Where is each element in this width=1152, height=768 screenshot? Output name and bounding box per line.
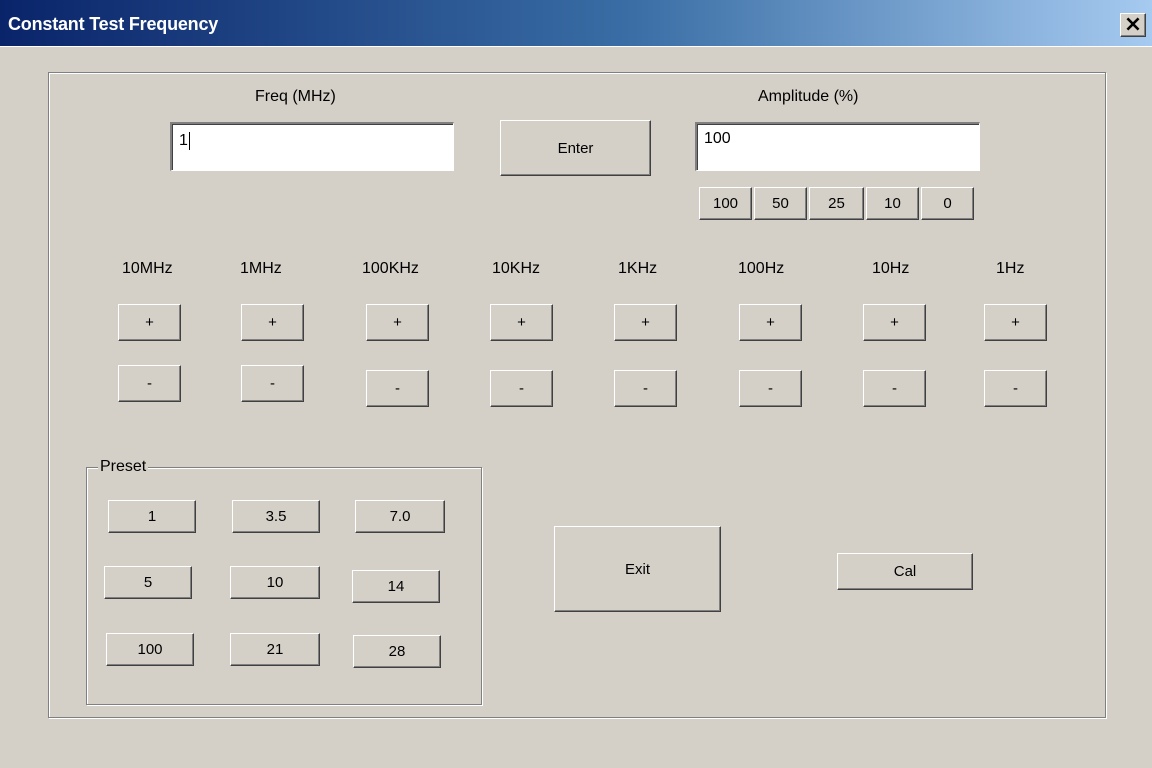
preset-5-label: 5 [143,574,153,591]
amplitude-50-label: 50 [772,195,789,212]
step-unit-1hz: 1Hz [996,260,1025,277]
preset-28-button[interactable]: 28 [353,635,441,668]
step-unit-100khz: 100KHz [362,260,419,277]
plus-icon: + [517,314,526,331]
amplitude-25-label: 25 [828,195,845,212]
plus-icon: + [1011,314,1020,331]
increment-10khz-button[interactable]: + [490,304,553,341]
preset-group-label: Preset [98,458,149,476]
increment-10hz-button[interactable]: + [863,304,926,341]
step-unit-10hz: 10Hz [872,260,910,277]
preset-100-button[interactable]: 100 [106,633,194,666]
amplitude-0-button[interactable]: 0 [921,187,974,220]
exit-button[interactable]: Exit [554,526,721,612]
increment-1hz-button[interactable]: + [984,304,1047,341]
amplitude-label: Amplitude (%) [758,88,859,105]
amplitude-100-label: 100 [712,195,739,212]
preset-10-button[interactable]: 10 [230,566,320,599]
close-button[interactable]: × [1120,13,1146,37]
minus-icon: - [892,380,897,397]
plus-icon: + [145,314,154,331]
step-unit-10mhz: 10MHz [122,260,173,277]
plus-icon: + [268,314,277,331]
increment-1khz-button[interactable]: + [614,304,677,341]
step-unit-1khz: 1KHz [618,260,658,277]
minus-icon: - [395,380,400,397]
increment-100khz-button[interactable]: + [366,304,429,341]
preset-14-label: 14 [387,578,405,595]
step-unit-100hz: 100Hz [738,260,785,277]
decrement-1khz-button[interactable]: - [614,370,677,407]
cal-button[interactable]: Cal [837,553,973,590]
enter-button-label: Enter [557,139,594,157]
minus-icon: - [147,375,152,392]
frequency-input[interactable]: 1 [170,122,454,171]
preset-1-label: 1 [147,508,157,525]
amplitude-10-button[interactable]: 10 [866,187,919,220]
exit-button-label: Exit [624,560,650,578]
amplitude-0-label: 0 [943,195,952,212]
amplitude-input[interactable]: 100 [695,122,980,171]
title-bar[interactable]: Constant Test Frequency × [0,0,1152,47]
preset-5-button[interactable]: 5 [104,566,192,599]
preset-3-5-label: 3.5 [265,508,287,525]
preset-3-5-button[interactable]: 3.5 [232,500,320,533]
preset-7-0-label: 7.0 [389,508,411,525]
plus-icon: + [641,314,650,331]
increment-10mhz-button[interactable]: + [118,304,181,341]
decrement-100hz-button[interactable]: - [739,370,802,407]
amplitude-10-label: 10 [884,195,901,212]
preset-7-0-button[interactable]: 7.0 [355,500,445,533]
plus-icon: + [393,314,402,331]
decrement-10hz-button[interactable]: - [863,370,926,407]
preset-100-label: 100 [137,641,163,658]
plus-icon: + [890,314,899,331]
minus-icon: - [643,380,648,397]
increment-100hz-button[interactable]: + [739,304,802,341]
close-icon: × [1123,12,1143,37]
decrement-1hz-button[interactable]: - [984,370,1047,407]
cal-button-label: Cal [893,563,917,580]
minus-icon: - [519,380,524,397]
amplitude-value: 100 [704,130,731,147]
preset-28-label: 28 [388,643,406,660]
minus-icon: - [270,375,275,392]
amplitude-25-button[interactable]: 25 [809,187,864,220]
decrement-100khz-button[interactable]: - [366,370,429,407]
decrement-10khz-button[interactable]: - [490,370,553,407]
decrement-1mhz-button[interactable]: - [241,365,304,402]
frequency-value: 1 [179,132,188,149]
increment-1mhz-button[interactable]: + [241,304,304,341]
frequency-label: Freq (MHz) [255,88,336,105]
amplitude-100-button[interactable]: 100 [699,187,752,220]
window-title: Constant Test Frequency [8,14,219,34]
enter-button[interactable]: Enter [500,120,651,176]
minus-icon: - [1013,380,1018,397]
preset-21-label: 21 [266,641,284,658]
preset-1-button[interactable]: 1 [108,500,196,533]
plus-icon: + [766,314,775,331]
step-unit-1mhz: 1MHz [240,260,282,277]
preset-10-label: 10 [266,574,284,591]
preset-21-button[interactable]: 21 [230,633,320,666]
constant-test-frequency-dialog: Constant Test Frequency × Freq (MHz) 1 E… [0,0,1152,768]
amplitude-50-button[interactable]: 50 [754,187,807,220]
preset-14-button[interactable]: 14 [352,570,440,603]
decrement-10mhz-button[interactable]: - [118,365,181,402]
minus-icon: - [768,380,773,397]
step-unit-10khz: 10KHz [492,260,541,277]
text-caret [188,132,190,150]
